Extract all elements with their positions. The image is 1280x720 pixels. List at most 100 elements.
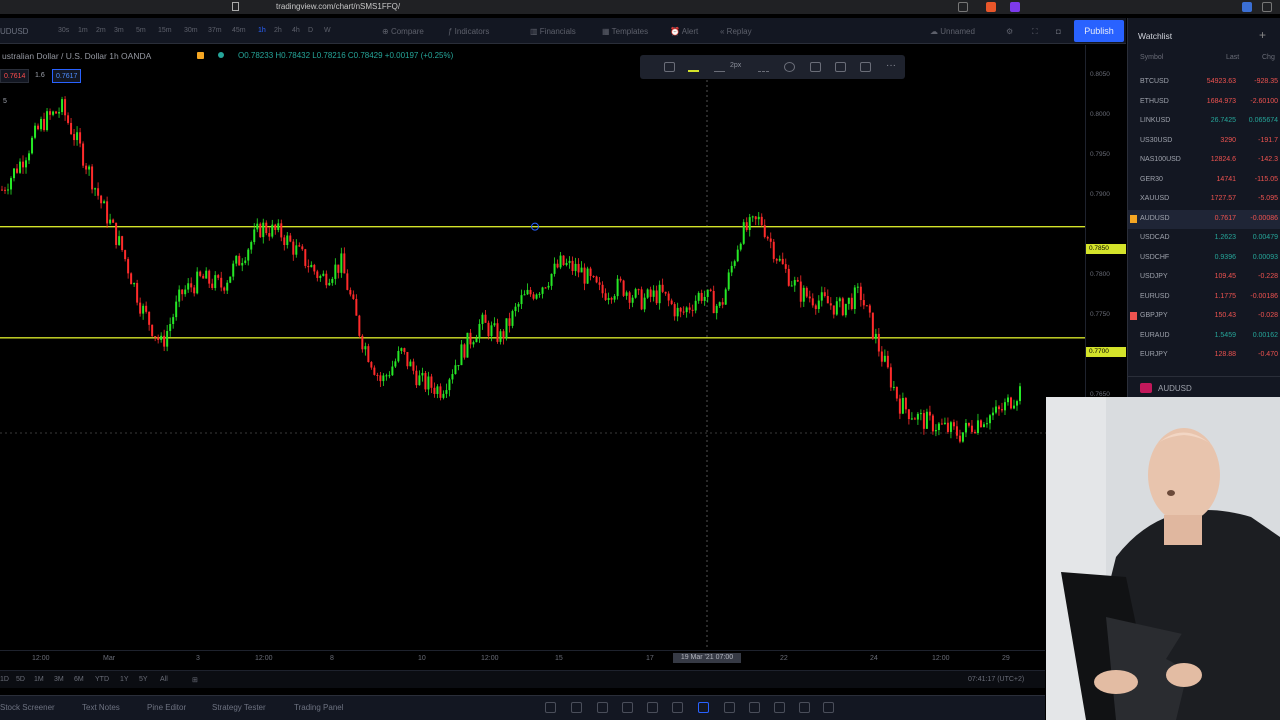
- interval-5m[interactable]: 5m: [136, 27, 146, 34]
- symbol-search[interactable]: UDUSD: [0, 27, 28, 36]
- interval-W[interactable]: W: [324, 27, 331, 34]
- range-1y[interactable]: 1Y: [120, 676, 129, 683]
- tab-stock-screener[interactable]: Stock Screener: [0, 703, 55, 712]
- brave-icon[interactable]: [986, 2, 996, 12]
- template-icon[interactable]: [664, 62, 675, 72]
- menu-icon[interactable]: [1262, 2, 1272, 12]
- layout-icon[interactable]: [545, 702, 556, 713]
- extension-icon[interactable]: [1010, 2, 1020, 12]
- cursor-icon[interactable]: [823, 702, 834, 713]
- settings-icon[interactable]: ⚙: [1006, 27, 1013, 36]
- camera-icon[interactable]: ◘: [1056, 27, 1061, 36]
- watchlist-row[interactable]: XAUUSD 1727.57 -5.095: [1128, 190, 1280, 209]
- interval-1h[interactable]: 1h: [258, 27, 266, 34]
- watchlist-row[interactable]: EURUSD 1.1775 -0.00186: [1128, 288, 1280, 307]
- indicators-button[interactable]: ƒ Indicators: [448, 27, 489, 36]
- lock-icon[interactable]: [835, 62, 846, 72]
- alert-button[interactable]: ⏰ Alert: [670, 27, 698, 36]
- watchlist-row[interactable]: GBPJPY 150.43 -0.028: [1128, 307, 1280, 326]
- brush-icon[interactable]: [774, 702, 785, 713]
- range-5d[interactable]: 5D: [16, 676, 25, 683]
- interval-30s[interactable]: 30s: [58, 27, 69, 34]
- interval-3m[interactable]: 3m: [114, 27, 124, 34]
- interval-2h[interactable]: 2h: [274, 27, 282, 34]
- range-1d[interactable]: 1D: [0, 676, 9, 683]
- watchlist-row[interactable]: EURAUD 1.5459 0.00162: [1128, 327, 1280, 346]
- templates-button[interactable]: ▦ Templates: [602, 27, 648, 36]
- col-chg[interactable]: Chg: [1262, 54, 1275, 61]
- pencil-icon[interactable]: [622, 702, 633, 713]
- buy-badge[interactable]: 0.7617: [52, 69, 82, 83]
- vertical-line-icon[interactable]: [749, 702, 760, 713]
- clock-label[interactable]: 07:41:17 (UTC+2): [968, 676, 1024, 683]
- fullscreen-icon[interactable]: ⛶: [1032, 27, 1038, 37]
- range-all[interactable]: All: [160, 676, 168, 683]
- tab-trading-panel[interactable]: Trading Panel: [294, 703, 344, 712]
- col-symbol[interactable]: Symbol: [1140, 54, 1163, 61]
- watchlist-row[interactable]: AUDUSD 0.7617 -0.00086: [1128, 209, 1280, 229]
- watchlist-title[interactable]: Watchlist: [1138, 31, 1172, 41]
- horizontal-line-icon[interactable]: [724, 702, 735, 713]
- candle-body: [589, 268, 592, 276]
- interval-2m[interactable]: 2m: [96, 27, 106, 34]
- interval-45m[interactable]: 45m: [232, 27, 246, 34]
- tab-strategy-tester[interactable]: Strategy Tester: [212, 703, 266, 712]
- chart-canvas[interactable]: [0, 45, 1085, 650]
- interval-4h[interactable]: 4h: [292, 27, 300, 34]
- frame-icon[interactable]: [647, 702, 658, 713]
- candle-body: [586, 268, 589, 284]
- watchlist-row[interactable]: US30USD 3290 -191.7: [1128, 132, 1280, 151]
- watchlist-row[interactable]: LINKUSD 26.7425 0.065674: [1128, 112, 1280, 131]
- candlestick-chart[interactable]: [0, 45, 1085, 650]
- crosshair-icon[interactable]: [799, 702, 810, 713]
- watchlist-row[interactable]: USDJPY 109.45 -0.228: [1128, 268, 1280, 287]
- trend-line-icon[interactable]: [698, 702, 709, 713]
- range-6m[interactable]: 6M: [74, 676, 84, 683]
- goto-date-icon[interactable]: ⊞: [192, 676, 198, 684]
- replay-button[interactable]: « Replay: [720, 27, 752, 36]
- interval-1m[interactable]: 1m: [78, 27, 88, 34]
- line-color-icon[interactable]: [688, 62, 699, 72]
- alert-icon[interactable]: [810, 62, 821, 72]
- financials-button[interactable]: ▥ Financials: [530, 27, 576, 36]
- interval-37m[interactable]: 37m: [208, 27, 222, 34]
- symbol-details[interactable]: AUDUSD: [1128, 376, 1280, 398]
- watchlist-row[interactable]: ETHUSD 1684.973 -2.60100: [1128, 93, 1280, 112]
- table-icon[interactable]: [597, 702, 608, 713]
- watchlist-row[interactable]: NAS100USD 12824.6 -142.3: [1128, 151, 1280, 170]
- settings-icon[interactable]: [784, 62, 795, 72]
- compare-button[interactable]: ⊕ Compare: [382, 27, 424, 36]
- watchlist-row[interactable]: USDCHF 0.9396 0.00093: [1128, 249, 1280, 268]
- watchlist-row[interactable]: EURJPY 128.88 -0.470: [1128, 346, 1280, 365]
- sell-badge[interactable]: 0.7614: [0, 69, 30, 83]
- watchlist-row[interactable]: BTCUSD 54923.63 -928.35: [1128, 73, 1280, 92]
- tab-text-notes[interactable]: Text Notes: [82, 703, 120, 712]
- watchlist-row[interactable]: USDCAD 1.2623 0.00479: [1128, 229, 1280, 248]
- line-style-icon[interactable]: [758, 62, 769, 72]
- candle-body: [886, 355, 889, 368]
- line-width-label[interactable]: 2px: [730, 62, 741, 69]
- search-icon[interactable]: [958, 2, 968, 12]
- list-icon[interactable]: [672, 702, 683, 713]
- time-axis[interactable]: 12:00 Mar 3 12:00 8 10 12:00 15 17 22 24…: [0, 650, 1045, 666]
- range-3m[interactable]: 3M: [54, 676, 64, 683]
- more-icon[interactable]: ···: [886, 60, 896, 71]
- watchlist-row[interactable]: GER30 14741 -115.05: [1128, 171, 1280, 190]
- trash-icon[interactable]: [860, 62, 871, 72]
- grid-icon[interactable]: [571, 702, 582, 713]
- range-ytd[interactable]: YTD: [95, 676, 109, 683]
- add-symbol-icon[interactable]: +: [1259, 28, 1266, 42]
- line-width-icon[interactable]: [714, 62, 725, 72]
- interval-15m[interactable]: 15m: [158, 27, 172, 34]
- profile-icon[interactable]: [1242, 2, 1252, 12]
- interval-30m[interactable]: 30m: [184, 27, 198, 34]
- layout-name[interactable]: ☁ Unnamed: [930, 27, 975, 36]
- candle-body: [199, 271, 202, 276]
- range-5y[interactable]: 5Y: [139, 676, 148, 683]
- range-1m[interactable]: 1M: [34, 676, 44, 683]
- publish-button[interactable]: Publish: [1074, 20, 1124, 42]
- tab-pine-editor[interactable]: Pine Editor: [147, 703, 186, 712]
- col-last[interactable]: Last: [1226, 54, 1239, 61]
- url-bar[interactable]: tradingview.com/chart/nSMS1FFQ/: [250, 1, 975, 13]
- interval-D[interactable]: D: [308, 27, 313, 34]
